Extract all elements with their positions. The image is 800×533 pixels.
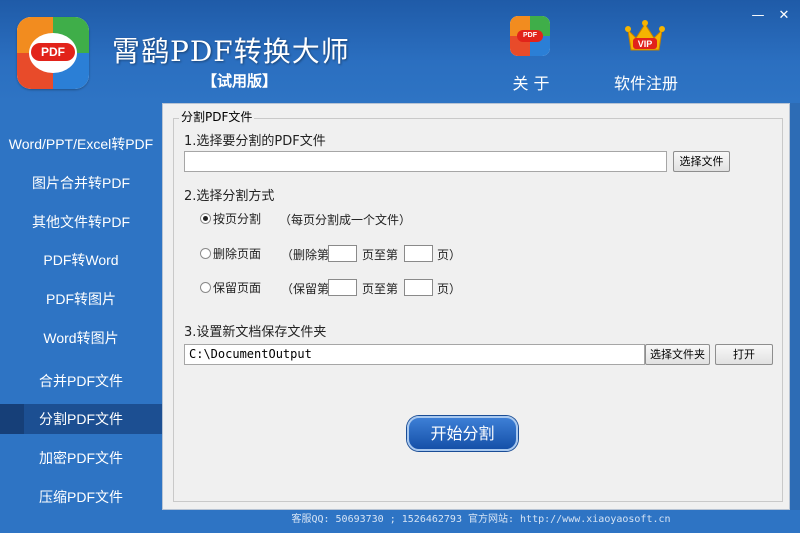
about-pdf-text: PDF: [517, 30, 543, 42]
start-split-button[interactable]: 开始分割: [407, 416, 518, 451]
app-header: PDF 霄鹞PDF转换大师 【试用版】 PDF 关 于 VIP 软件注册 — ✕: [0, 0, 800, 103]
radio-keep-label: 保留页面: [213, 281, 262, 295]
keep-to-input[interactable]: [404, 279, 433, 296]
sidebar-item-office-to-pdf[interactable]: Word/PPT/Excel转PDF: [0, 129, 162, 159]
keep-end-text: 页）: [437, 282, 462, 296]
step3-label: 3.设置新文档保存文件夹: [184, 325, 327, 340]
app-edition: 【试用版】: [202, 72, 278, 90]
logo-pdf-text: PDF: [31, 43, 75, 61]
by-page-hint: （每页分割成一个文件）: [279, 213, 412, 227]
radio-delete-pages[interactable]: 删除页面: [200, 246, 261, 262]
vip-crown-icon[interactable]: VIP: [624, 18, 666, 56]
register-button[interactable]: 软件注册: [606, 70, 686, 94]
sidebar-item-word-to-image[interactable]: Word转图片: [0, 323, 162, 353]
radio-delete-label: 删除页面: [213, 247, 262, 261]
delete-to-input[interactable]: [404, 245, 433, 262]
sidebar-item-pdf-to-image[interactable]: PDF转图片: [0, 284, 162, 314]
sidebar-item-pdf-to-word[interactable]: PDF转Word: [0, 245, 162, 275]
footer-contact: 客服QQ: 50693730 ; 1526462793 官方网站: http:/…: [162, 510, 800, 533]
choose-file-button[interactable]: 选择文件: [673, 151, 730, 172]
output-folder-input[interactable]: C:\DocumentOutput: [184, 344, 645, 365]
delete-from-input[interactable]: [328, 245, 357, 262]
group-title: 分割PDF文件: [179, 108, 255, 125]
delete-end-text: 页）: [437, 248, 462, 262]
delete-to-text: 页至第: [362, 248, 399, 262]
sidebar-item-merge-pdf[interactable]: 合并PDF文件: [0, 366, 162, 396]
sidebar-item-encrypt-pdf[interactable]: 加密PDF文件: [0, 443, 162, 473]
radio-keep-button[interactable]: [200, 282, 211, 293]
sidebar: Word/PPT/Excel转PDF 图片合并转PDF 其他文件转PDF PDF…: [0, 103, 162, 533]
keep-from-text: （保留第: [281, 282, 330, 296]
sidebar-item-split-pdf[interactable]: 分割PDF文件: [0, 404, 162, 434]
keep-to-text: 页至第: [362, 282, 399, 296]
pdf-file-input[interactable]: [184, 151, 667, 172]
delete-from-text: （删除第: [281, 248, 330, 262]
open-folder-button[interactable]: 打开: [715, 344, 773, 365]
sidebar-item-compress-pdf[interactable]: 压缩PDF文件: [0, 482, 162, 512]
sidebar-item-images-to-pdf[interactable]: 图片合并转PDF: [0, 168, 162, 198]
close-button[interactable]: ✕: [776, 8, 792, 24]
app-logo: PDF: [17, 17, 89, 89]
app-title: 霄鹞PDF转换大师: [112, 35, 350, 68]
radio-by-page-button[interactable]: [200, 213, 211, 224]
keep-from-input[interactable]: [328, 279, 357, 296]
radio-by-page-label: 按页分割: [213, 212, 262, 226]
sidebar-item-other-to-pdf[interactable]: 其他文件转PDF: [0, 207, 162, 237]
radio-by-page[interactable]: 按页分割: [200, 211, 261, 227]
step1-label: 1.选择要分割的PDF文件: [184, 134, 326, 149]
about-icon[interactable]: PDF: [510, 16, 550, 56]
step2-label: 2.选择分割方式: [184, 189, 275, 204]
radio-delete-button[interactable]: [200, 248, 211, 259]
vip-text: VIP: [638, 39, 653, 49]
minimize-button[interactable]: —: [750, 8, 766, 24]
radio-keep-pages[interactable]: 保留页面: [200, 280, 261, 296]
about-button[interactable]: 关 于: [506, 70, 556, 94]
choose-folder-button[interactable]: 选择文件夹: [645, 344, 710, 365]
